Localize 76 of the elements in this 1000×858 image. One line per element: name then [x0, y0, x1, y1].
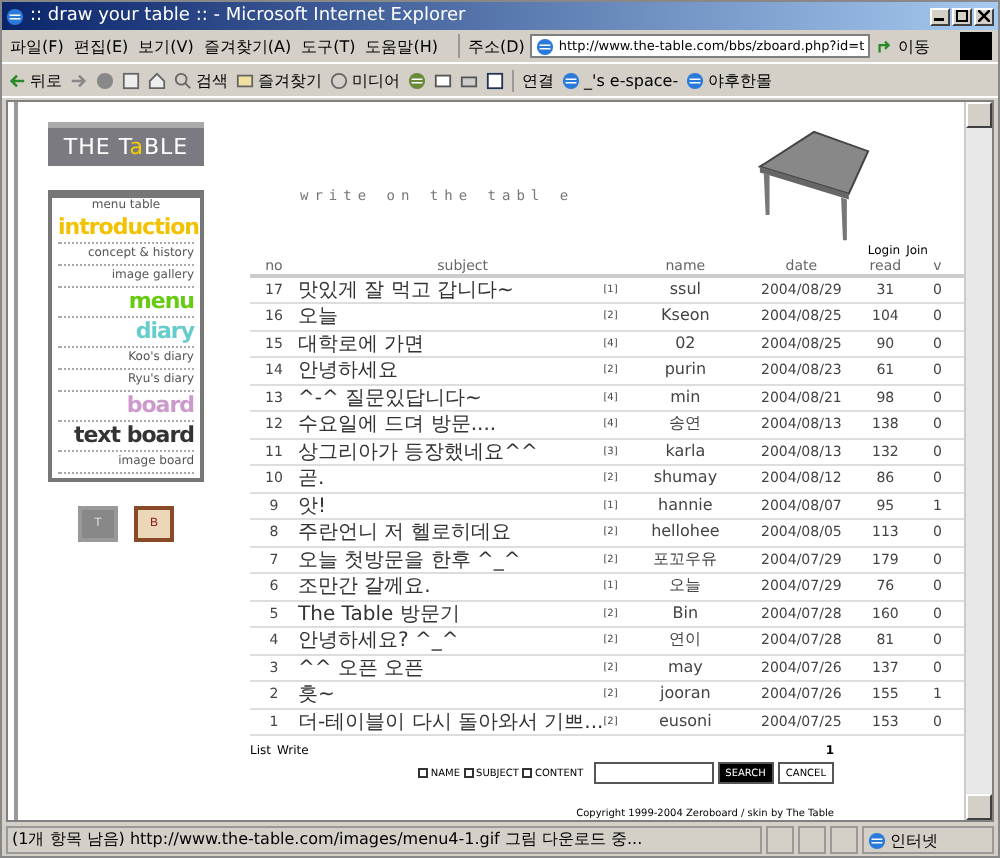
media-button[interactable]: 미디어 — [330, 69, 400, 91]
table-cell: hellohee — [627, 520, 744, 547]
address-label: 주소(D) — [467, 35, 525, 57]
site-logo[interactable]: THE Ta BLE — [47, 122, 205, 166]
table-cell: min — [627, 385, 744, 412]
table-drawing — [756, 127, 872, 243]
link-button[interactable]: 야후한몰 — [686, 69, 773, 91]
post-title-link[interactable]: 오늘 — [298, 302, 338, 331]
status-text: (1개 항목 남음) http://www.the-table.com/images/menu4-1.gif 그림 다운로드 중... — [6, 826, 762, 854]
checkbox[interactable] — [464, 768, 475, 778]
post-title-link[interactable]: 흣~ — [298, 680, 335, 709]
checkbox[interactable] — [418, 768, 429, 778]
links-label: 연결 — [512, 69, 554, 91]
post-title-link[interactable]: 앗! — [298, 491, 327, 520]
table-cell: eusoni — [627, 709, 744, 736]
status-panel — [798, 826, 826, 854]
status-panel — [766, 826, 794, 854]
browser-icon — [6, 7, 24, 25]
post-title-link[interactable]: 더-테이블이 다시 돌아와서 기쁘... — [298, 707, 604, 736]
close-icon — [978, 10, 990, 22]
menu-heading[interactable]: text board — [58, 422, 194, 452]
post-title-link[interactable]: 주란언니 저 헬로히데요 — [298, 518, 511, 547]
post-title-link[interactable]: 조만간 갈께요. — [298, 572, 431, 601]
table-cell: 연이 — [627, 628, 744, 655]
table-cell: 송연 — [627, 412, 744, 439]
post-title-link[interactable]: 상그리아가 등장했네요^^ — [298, 437, 538, 466]
menu-item[interactable]: 도구(T) — [299, 35, 358, 57]
table-cell: karla — [627, 439, 744, 466]
search-field[interactable] — [593, 762, 714, 784]
checkbox[interactable] — [522, 768, 533, 778]
close-button[interactable] — [974, 7, 994, 25]
table-cell: hannie — [627, 493, 744, 520]
post-title-link[interactable]: 대학로에 가면 — [298, 329, 425, 358]
window-title: :: draw your table :: - Microsoft Internet Explorer — [30, 6, 468, 26]
folder-icon — [236, 71, 254, 89]
table-cell: may — [627, 655, 744, 682]
scrollbar[interactable] — [964, 102, 992, 820]
table-cell: purin — [627, 358, 744, 385]
post-title-link[interactable]: 안녕하세요 — [298, 356, 398, 385]
post-title-link[interactable]: ^-^ 질문있답니다~ — [298, 383, 482, 412]
menu-item[interactable]: 즐겨찾기(A) — [201, 35, 294, 57]
post-title-link[interactable]: 수요일에 드뎌 방문.... — [298, 410, 497, 439]
search-button[interactable]: 검색 — [174, 69, 228, 91]
table-cell: 오늘 — [627, 574, 744, 601]
circle-icon — [330, 71, 348, 89]
status-panel — [830, 826, 858, 854]
table-cell: jooran — [627, 682, 744, 709]
zone-indicator: 인터넷 — [862, 826, 994, 854]
table-cell: 포꼬우유 — [627, 547, 744, 574]
post-title-link[interactable]: 오늘 첫방문을 한후 ^_^ — [298, 545, 521, 574]
table-cell: Bin — [627, 601, 744, 628]
home-icon[interactable] — [148, 71, 166, 89]
link-button[interactable]: _'s e-space- — [562, 71, 679, 89]
maximize-button[interactable] — [952, 7, 972, 25]
minimize-button[interactable] — [930, 7, 950, 25]
globe-icon — [868, 831, 886, 849]
arrow-icon — [876, 37, 895, 55]
back-arrow-icon — [8, 71, 26, 89]
table-cell: shumay — [627, 466, 744, 493]
table-cell: 02 — [627, 331, 744, 358]
post-title-link[interactable]: 맛있게 잘 먹고 갑니다~ — [298, 275, 514, 304]
table-cell: Kseon — [627, 304, 744, 331]
post-title-link[interactable]: 안녕하세요? ^_^ — [298, 626, 459, 655]
post-title-link[interactable]: ^^ 오픈 오픈 — [298, 653, 425, 682]
table-cell: ssul — [627, 277, 744, 304]
go-button[interactable]: 이동 — [876, 35, 931, 57]
favorites-button[interactable]: 즐겨찾기 — [236, 69, 322, 91]
back-button[interactable]: 뒤로 — [8, 69, 62, 91]
menu-item[interactable]: 파일(F) — [8, 35, 66, 57]
menu-item[interactable]: 도움말(H) — [363, 35, 440, 57]
menu-item[interactable]: 편집(E) — [71, 35, 131, 57]
menu-item[interactable]: 보기(V) — [136, 35, 196, 57]
search-icon — [174, 71, 192, 89]
post-title-link[interactable]: The Table 방문기 — [298, 599, 460, 628]
maximize-icon — [956, 10, 968, 22]
post-title-link[interactable]: 곧. — [298, 464, 325, 493]
